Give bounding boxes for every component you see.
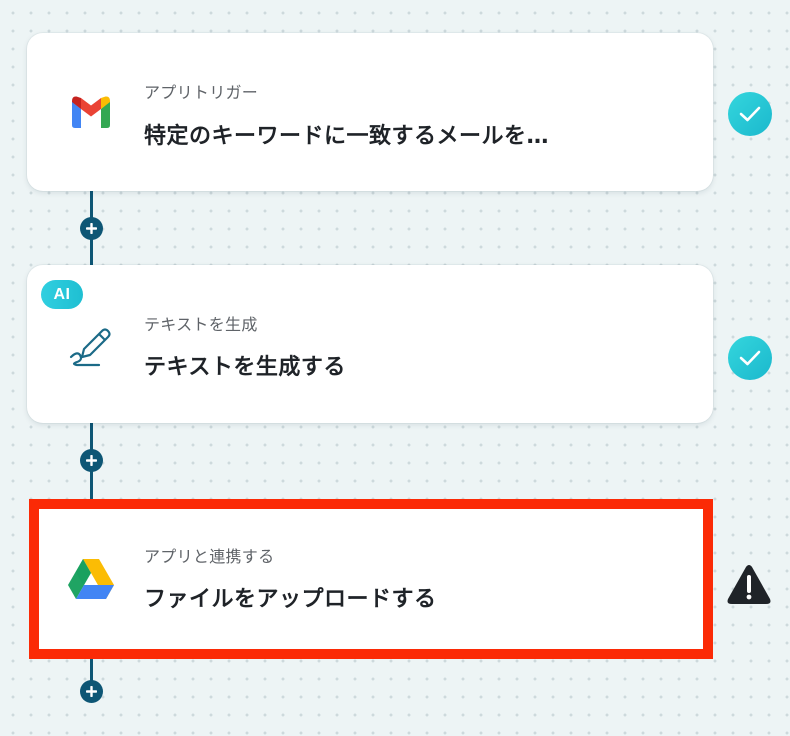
step-title: ファイルをアップロードする <box>144 587 437 612</box>
step-title: テキストを生成する <box>144 355 346 380</box>
step-card-ai-text-generation[interactable]: テキストを生成 テキストを生成する <box>27 265 713 423</box>
add-step-button[interactable] <box>80 680 103 703</box>
gmail-icon <box>67 88 115 136</box>
google-drive-icon <box>67 555 115 603</box>
ai-badge: AI <box>41 280 83 309</box>
pen-icon <box>67 319 115 367</box>
completed-check-icon <box>728 92 772 136</box>
step-type-label: テキストを生成 <box>144 315 258 334</box>
step-card-gmail-trigger[interactable]: アプリトリガー 特定のキーワードに一致するメールを… <box>27 33 713 191</box>
plus-icon <box>86 455 97 466</box>
completed-check-icon <box>728 336 772 380</box>
step-title: 特定のキーワードに一致するメールを… <box>144 124 550 149</box>
warning-icon <box>726 564 772 606</box>
step-type-label: アプリと連携する <box>144 547 275 566</box>
plus-icon <box>86 686 97 697</box>
add-step-button[interactable] <box>80 217 103 240</box>
step-type-label: アプリトリガー <box>144 83 259 102</box>
add-step-button[interactable] <box>80 449 103 472</box>
plus-icon <box>86 223 97 234</box>
step-card-google-drive-upload[interactable]: アプリと連携する ファイルをアップロードする <box>29 499 713 659</box>
